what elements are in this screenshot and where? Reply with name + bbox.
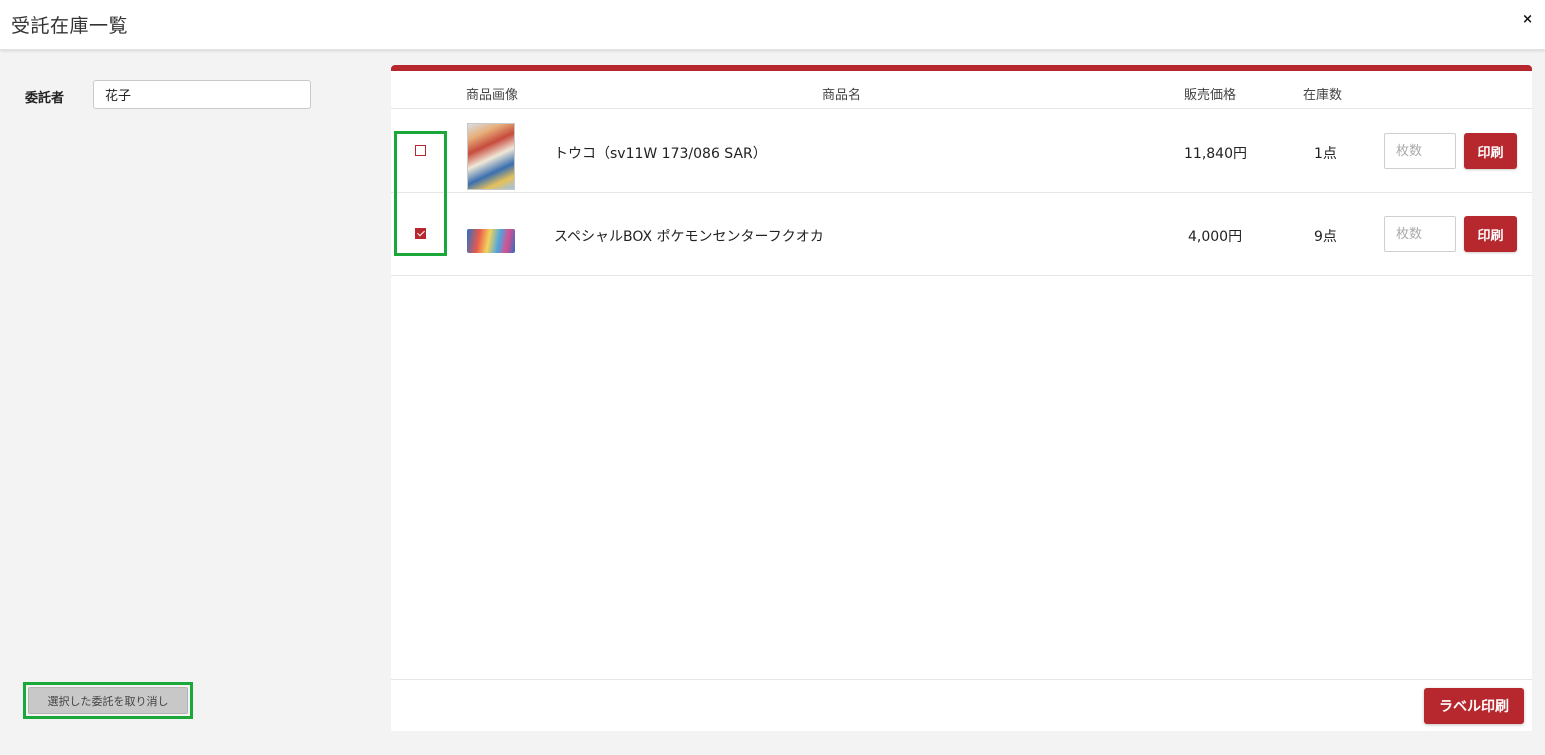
window-title: 受託在庫一覧 — [11, 15, 129, 37]
product-stock: 1点 — [1314, 146, 1337, 162]
header-price: 販売価格 — [1184, 88, 1237, 103]
panel-accent-bar — [391, 65, 1532, 71]
inventory-panel: 商品画像 商品名 販売価格 在庫数 トウコ（sv11W 173/086 SAR）… — [391, 65, 1532, 731]
print-button[interactable]: 印刷 — [1464, 216, 1517, 252]
product-name: トウコ（sv11W 173/086 SAR） — [554, 146, 767, 162]
print-button[interactable]: 印刷 — [1464, 133, 1517, 169]
title-bar: 受託在庫一覧 × — [0, 0, 1545, 50]
label-print-button[interactable]: ラベル印刷 — [1424, 688, 1524, 724]
footer-divider — [391, 679, 1532, 680]
header-image: 商品画像 — [466, 88, 519, 103]
row-checkbox[interactable] — [415, 145, 426, 156]
row-checkbox[interactable] — [415, 228, 426, 239]
header-divider — [391, 108, 1532, 109]
consignor-input[interactable] — [93, 80, 311, 109]
header-name: 商品名 — [822, 88, 862, 103]
product-image — [467, 123, 515, 190]
product-price: 4,000円 — [1188, 229, 1243, 245]
consignor-label: 委託者 — [25, 91, 65, 106]
header-stock: 在庫数 — [1303, 88, 1343, 103]
row-divider — [391, 192, 1532, 193]
cancel-selected-button[interactable]: 選択した委託を取り消し — [28, 687, 188, 714]
product-name: スペシャルBOX ポケモンセンターフクオカ — [554, 229, 824, 245]
quantity-input[interactable] — [1384, 133, 1456, 169]
row-divider — [391, 275, 1532, 276]
product-stock: 9点 — [1314, 229, 1337, 245]
quantity-input[interactable] — [1384, 216, 1456, 252]
close-icon[interactable]: × — [1522, 12, 1533, 27]
product-image — [467, 229, 515, 253]
cancel-highlight: 選択した委託を取り消し — [23, 682, 193, 719]
product-price: 11,840円 — [1184, 146, 1247, 162]
